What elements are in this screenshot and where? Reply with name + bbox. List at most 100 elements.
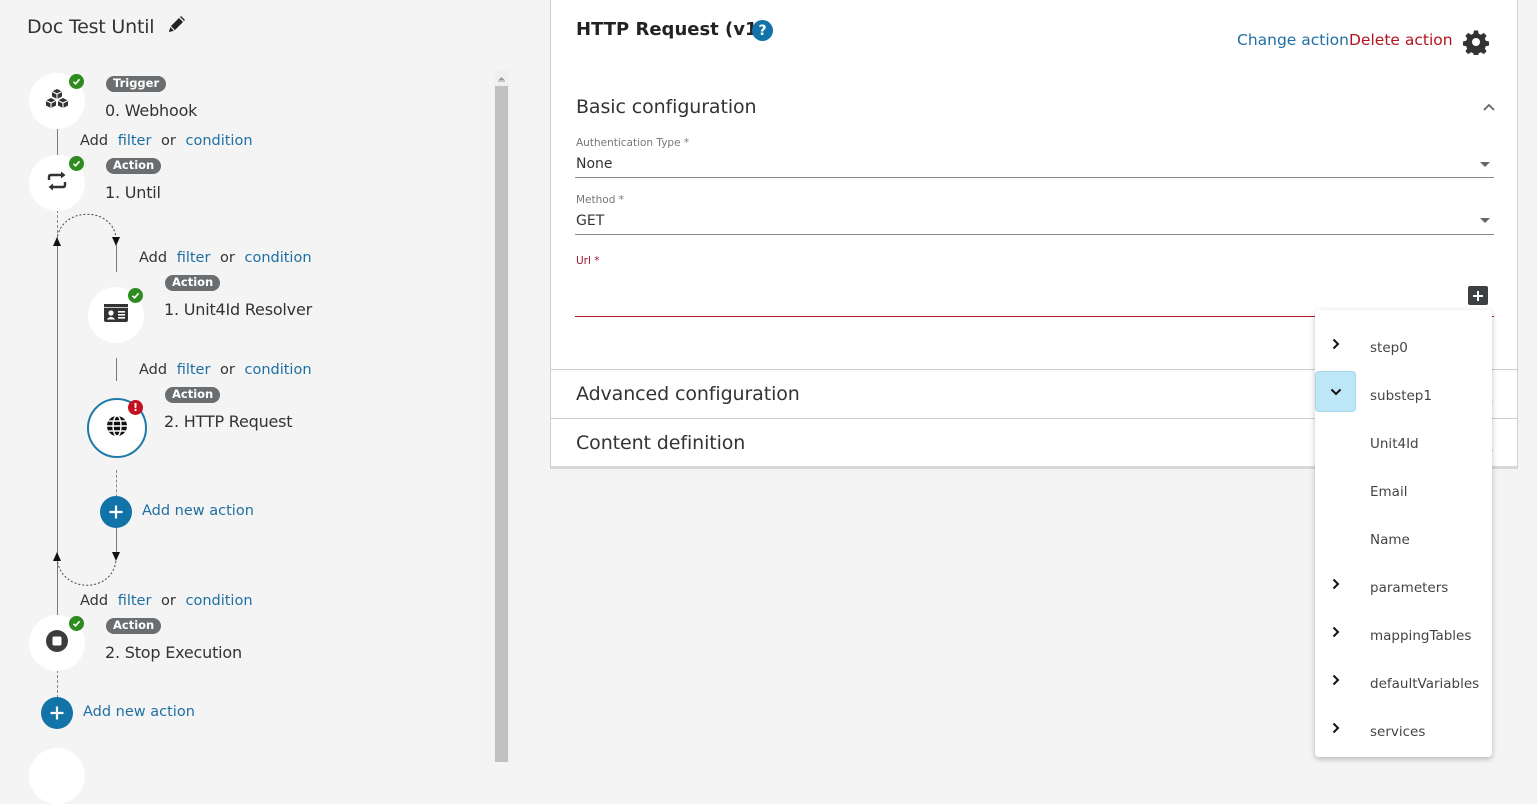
connector-line	[116, 470, 117, 497]
add-new-action-link[interactable]: Add new action	[83, 704, 195, 720]
connector-line	[57, 128, 58, 158]
url-input[interactable]	[576, 287, 1456, 307]
picker-item-step0[interactable]: step0	[1315, 317, 1492, 365]
section-content-definition[interactable]: Content definition	[576, 432, 745, 454]
add-filter-or-condition: Add filter or condition	[80, 593, 253, 609]
or-label: or	[220, 250, 235, 266]
edit-pencil-icon[interactable]	[166, 13, 188, 40]
method-select[interactable]: GET	[576, 213, 604, 229]
status-error-icon: !	[128, 400, 143, 415]
loop-exit-arrow	[53, 552, 120, 586]
chevron-right-icon	[1332, 338, 1339, 349]
step-type-tag: Action	[106, 618, 162, 634]
step-name[interactable]: 1. Unit4Id Resolver	[164, 300, 312, 319]
step-type-tag: Trigger	[106, 76, 167, 92]
add-filter-or-condition: Add filter or condition	[139, 250, 312, 266]
scroll-up-arrow[interactable]	[494, 70, 509, 86]
step-name[interactable]: 0. Webhook	[105, 101, 197, 120]
step-name[interactable]: 2. Stop Execution	[105, 643, 242, 662]
picker-item-label: defaultVariables	[1370, 676, 1480, 692]
or-label: or	[161, 593, 176, 609]
auth-type-label: Authentication Type *	[576, 137, 690, 149]
step-type-tag: Action	[106, 158, 162, 174]
picker-item-substep1[interactable]: substep1	[1315, 365, 1492, 413]
expand-toggle[interactable]	[1315, 611, 1356, 652]
add-label: Add	[139, 362, 168, 378]
gear-icon[interactable]	[1463, 29, 1489, 59]
add-filter-link[interactable]: filter	[177, 250, 211, 266]
add-new-action-link[interactable]: Add new action	[142, 503, 254, 519]
add-condition-link[interactable]: condition	[244, 250, 311, 266]
flow-title: Doc Test Until	[27, 13, 188, 40]
method-label: Method *	[576, 194, 624, 206]
section-basic-configuration[interactable]: Basic configuration	[576, 96, 757, 118]
change-action-link[interactable]: Change action	[1237, 31, 1349, 49]
caret-down-icon[interactable]	[1480, 162, 1490, 167]
auth-type-select[interactable]: None	[576, 156, 613, 172]
add-new-action-button[interactable]	[41, 697, 73, 729]
auth-type-underline	[575, 177, 1494, 178]
stop-icon	[45, 629, 69, 657]
add-label: Add	[139, 250, 168, 266]
step-type-tag: Action	[165, 275, 221, 291]
chevron-down-icon	[1330, 388, 1341, 395]
picker-item-services[interactable]: services	[1315, 701, 1492, 749]
picker-item-label: step0	[1370, 340, 1408, 356]
picker-item-name[interactable]: Name	[1315, 509, 1492, 557]
url-label: Url *	[576, 255, 600, 267]
chevron-right-icon	[1332, 626, 1339, 637]
picker-item-label: services	[1370, 724, 1426, 740]
expand-toggle[interactable]	[1315, 563, 1356, 604]
plus-icon	[109, 505, 123, 519]
status-ok-icon	[69, 74, 84, 89]
caret-down-icon[interactable]	[1480, 218, 1490, 223]
picker-item-label: Name	[1370, 532, 1410, 548]
loop-enter-arrow	[53, 213, 120, 246]
expand-toggle[interactable]	[1315, 371, 1356, 412]
picker-item-mappingtables[interactable]: mappingTables	[1315, 605, 1492, 653]
picker-item-unit4id[interactable]: Unit4Id	[1315, 413, 1492, 461]
chevron-right-icon	[1332, 578, 1339, 589]
add-filter-link[interactable]: filter	[118, 593, 152, 609]
picker-item-label: substep1	[1370, 388, 1432, 404]
or-label: or	[220, 362, 235, 378]
picker-item-label: Email	[1370, 484, 1408, 500]
step-name[interactable]: 2. HTTP Request	[164, 412, 293, 431]
or-label: or	[161, 133, 176, 149]
section-advanced-configuration[interactable]: Advanced configuration	[576, 383, 800, 405]
picker-item-label: Unit4Id	[1370, 436, 1419, 452]
help-icon[interactable]: ?	[752, 20, 773, 41]
step-node-end	[29, 748, 85, 804]
variable-picker-dropdown: step0 substep1 Unit4Id Email Name parame…	[1315, 310, 1492, 757]
cubes-icon	[44, 87, 70, 115]
add-condition-link[interactable]: condition	[244, 362, 311, 378]
add-filter-link[interactable]: filter	[118, 133, 152, 149]
insert-variable-button[interactable]	[1468, 286, 1488, 305]
plus-icon	[1473, 290, 1483, 301]
add-filter-or-condition: Add filter or condition	[80, 133, 253, 149]
scrollbar-thumb[interactable]	[495, 86, 508, 762]
chevron-right-icon	[1332, 722, 1339, 733]
step-type-tag: Action	[165, 387, 221, 403]
add-filter-link[interactable]: filter	[177, 362, 211, 378]
add-new-action-button[interactable]	[100, 496, 132, 528]
connector-line	[116, 358, 117, 381]
add-condition-link[interactable]: condition	[185, 593, 252, 609]
method-underline	[575, 234, 1494, 235]
chevron-right-icon	[1332, 674, 1339, 685]
expand-toggle[interactable]	[1315, 323, 1356, 364]
picker-item-email[interactable]: Email	[1315, 461, 1492, 509]
add-condition-link[interactable]: condition	[185, 133, 252, 149]
chevron-up-icon[interactable]	[1482, 97, 1496, 116]
flow-title-text: Doc Test Until	[27, 16, 155, 38]
picker-item-parameters[interactable]: parameters	[1315, 557, 1492, 605]
step-name[interactable]: 1. Until	[105, 183, 161, 202]
expand-toggle[interactable]	[1315, 707, 1356, 748]
loop-icon	[45, 169, 69, 197]
picker-item-defaultvariables[interactable]: defaultVariables	[1315, 653, 1492, 701]
add-label: Add	[80, 593, 109, 609]
expand-toggle[interactable]	[1315, 659, 1356, 700]
add-filter-or-condition: Add filter or condition	[139, 362, 312, 378]
id-card-icon	[103, 303, 129, 327]
delete-action-link[interactable]: Delete action	[1349, 31, 1453, 49]
